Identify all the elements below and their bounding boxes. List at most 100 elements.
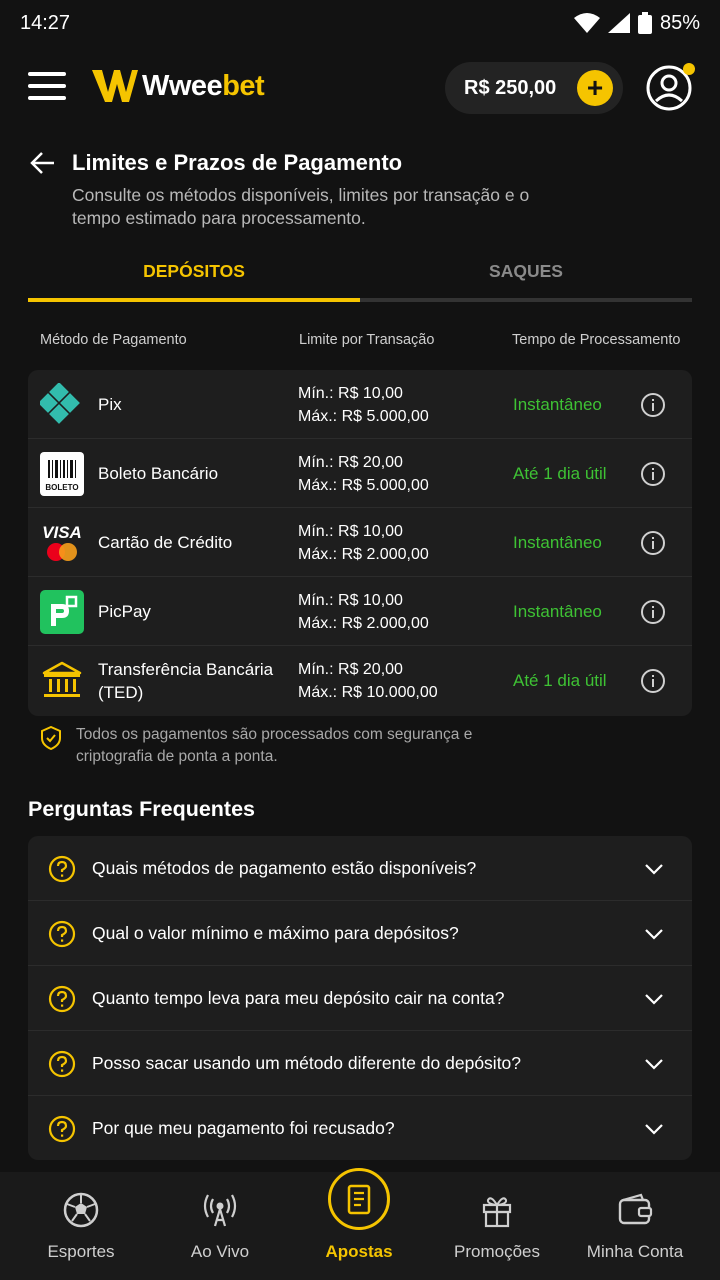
max-limit: Máx.: R$ 10.000,00 — [298, 684, 438, 701]
faq-item[interactable]: Qual o valor mínimo e máximo para depósi… — [28, 901, 692, 966]
nav-esportes[interactable]: Esportes — [9, 1172, 153, 1280]
balance-amount: R$ 250,00 — [464, 76, 557, 99]
col-header-limit: Limite por Transação — [299, 332, 435, 348]
faq-list: Quais métodos de pagamento estão disponí… — [28, 836, 692, 1160]
method-limits: Mín.: R$ 10,00 Máx.: R$ 2.000,00 — [298, 520, 429, 566]
max-limit: Máx.: R$ 5.000,00 — [298, 408, 429, 425]
page-subtitle: Consulte os métodos disponíveis, limites… — [72, 185, 530, 228]
method-name: Pix — [98, 395, 122, 414]
col-header-time: Tempo de Processamento — [512, 332, 681, 348]
faq-question: Quanto tempo leva para meu depósito cair… — [92, 988, 505, 1008]
info-icon[interactable] — [640, 668, 666, 694]
faq-question: Posso sacar usando um método diferente d… — [92, 1053, 522, 1073]
add-funds-button[interactable]: + — [577, 70, 613, 106]
boleto-icon: BOLETO — [40, 452, 84, 496]
question-icon — [48, 985, 76, 1013]
svg-text:VISA: VISA — [42, 523, 82, 542]
question-icon — [48, 855, 76, 883]
hamburger-icon — [28, 72, 66, 76]
faq-item[interactable]: Quanto tempo leva para meu depósito cair… — [28, 966, 692, 1031]
battery-icon — [637, 12, 652, 34]
table-row[interactable]: PicPay Mín.: R$ 10,00 Máx.: R$ 2.000,00 … — [28, 577, 692, 646]
tab-saques[interactable]: SAQUES — [360, 250, 692, 300]
tab-depositos[interactable]: DEPÓSITOS — [28, 250, 360, 300]
processing-time: Instantâneo — [513, 394, 602, 414]
brand-logo[interactable]: Wweebet — [92, 68, 265, 104]
max-limit: Máx.: R$ 5.000,00 — [298, 477, 429, 494]
wallet-icon — [618, 1193, 653, 1225]
soccer-ball-icon — [63, 1192, 99, 1228]
faq-item[interactable]: Por que meu pagamento foi recusado? — [28, 1096, 692, 1160]
nav-label: Ao Vivo — [190, 1242, 250, 1261]
info-icon[interactable] — [640, 461, 666, 487]
chevron-down-icon — [645, 1124, 663, 1135]
wifi-icon — [573, 13, 600, 33]
faq-question: Quais métodos de pagamento estão disponí… — [92, 858, 477, 878]
max-limit: Máx.: R$ 2.000,00 — [298, 546, 429, 563]
processing-time: Até 1 dia útil — [513, 670, 607, 690]
method-name: Transferência Bancária (TED) — [98, 659, 274, 702]
nav-apostas[interactable]: Apostas — [287, 1168, 431, 1280]
faq-item[interactable]: Quais métodos de pagamento estão disponí… — [28, 836, 692, 901]
info-icon[interactable] — [640, 599, 666, 625]
min-limit: Mín.: R$ 10,00 — [298, 385, 403, 402]
faq-item[interactable]: Posso sacar usando um método diferente d… — [28, 1031, 692, 1096]
min-limit: Mín.: R$ 10,00 — [298, 592, 403, 609]
question-icon — [48, 1115, 76, 1143]
profile-button[interactable] — [645, 63, 695, 112]
method-limits: Mín.: R$ 20,00 Máx.: R$ 10.000,00 — [298, 658, 438, 704]
min-limit: Mín.: R$ 20,00 — [298, 661, 403, 678]
question-icon — [48, 1050, 76, 1078]
chevron-down-icon — [645, 929, 663, 940]
shield-check-icon — [41, 726, 61, 750]
tab-bar: DEPÓSITOS SAQUES — [28, 250, 692, 302]
method-name: PicPay — [98, 602, 151, 621]
svg-text:BOLETO: BOLETO — [45, 483, 78, 492]
chevron-down-icon — [645, 864, 663, 875]
payment-methods-table: Pix Mín.: R$ 10,00 Máx.: R$ 5.000,00 Ins… — [28, 370, 692, 716]
method-name: Boleto Bancário — [98, 464, 219, 483]
nav-label: Promoções — [454, 1242, 540, 1261]
chevron-down-icon — [645, 994, 663, 1005]
status-bar: 14:27 85% — [0, 0, 720, 46]
method-name: Cartão de Crédito — [98, 533, 233, 552]
table-row[interactable]: Pix Mín.: R$ 10,00 Máx.: R$ 5.000,00 Ins… — [28, 370, 692, 439]
gift-icon — [482, 1197, 512, 1228]
table-row[interactable]: BOLETO Boleto Bancário Mín.: R$ 20,00 Má… — [28, 439, 692, 508]
balance-pill[interactable]: R$ 250,00 + — [445, 62, 623, 114]
nav-label: Esportes — [47, 1242, 115, 1261]
menu-button[interactable] — [28, 72, 66, 104]
signal-icon — [607, 13, 630, 33]
status-time: 14:27 — [20, 11, 71, 34]
table-row[interactable]: Transferência Bancária (TED) Mín.: R$ 20… — [28, 646, 692, 715]
min-limit: Mín.: R$ 20,00 — [298, 454, 403, 471]
nav-label: Minha Conta — [586, 1242, 684, 1261]
method-limits: Mín.: R$ 10,00 Máx.: R$ 2.000,00 — [298, 589, 429, 635]
nav-promocoes[interactable]: Promoções — [425, 1172, 569, 1280]
faq-title: Perguntas Frequentes — [28, 797, 255, 821]
processing-time: Até 1 dia útil — [513, 463, 607, 483]
battery-percent: 85% — [659, 11, 700, 34]
info-icon[interactable] — [640, 392, 666, 418]
back-arrow-icon[interactable] — [30, 150, 56, 176]
app-header: Wweebet R$ 250,00 + — [0, 58, 720, 118]
visa-mastercard-icon: VISA — [40, 521, 84, 565]
chevron-down-icon — [645, 1059, 663, 1070]
picpay-icon — [40, 590, 84, 634]
min-limit: Mín.: R$ 10,00 — [298, 523, 403, 540]
info-icon[interactable] — [640, 530, 666, 556]
max-limit: Máx.: R$ 2.000,00 — [298, 615, 429, 632]
status-icons: 85% — [573, 11, 700, 35]
faq-question: Por que meu pagamento foi recusado? — [92, 1118, 395, 1138]
logo-w-icon — [92, 70, 138, 102]
broadcast-icon — [203, 1194, 237, 1227]
pix-icon — [40, 383, 84, 427]
question-icon — [48, 920, 76, 948]
bottom-nav: Esportes Ao Vivo Apostas Promoções Minha… — [0, 1168, 720, 1280]
nav-minha-conta[interactable]: Minha Conta — [563, 1172, 707, 1280]
table-row[interactable]: VISA Cartão de Crédito Mín.: R$ 10,00 Má… — [28, 508, 692, 577]
page-title: Limites e Prazos de Pagamento — [72, 150, 403, 175]
processing-time: Instantâneo — [513, 601, 602, 621]
bank-icon — [40, 659, 84, 703]
nav-ao-vivo[interactable]: Ao Vivo — [148, 1172, 292, 1280]
